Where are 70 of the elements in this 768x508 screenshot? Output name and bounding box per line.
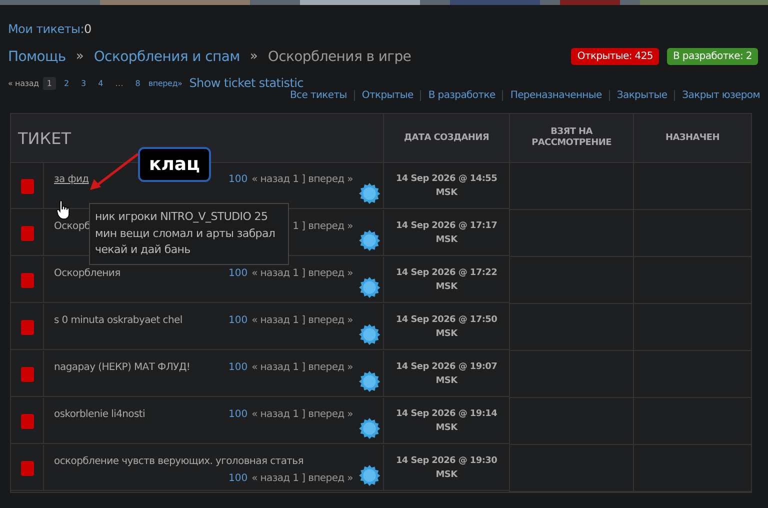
- breadcrumb-link[interactable]: Оскорбления и спам: [94, 48, 240, 64]
- ticket-statistic-link[interactable]: Show ticket statistic: [189, 76, 304, 90]
- timezone: MSK: [436, 234, 458, 246]
- created-date: 14 Sep 2026 @ 17:22: [396, 267, 498, 280]
- ticket-pager[interactable]: « назад 1 ] вперед »: [252, 315, 353, 326]
- status-counter: В разработке: 2: [666, 48, 758, 65]
- tooltip: ник игроки NITRO_V_STUDIO 25 мин вещи сломал и арты забрал чекай и дай бань: [89, 203, 289, 264]
- ticket-pager[interactable]: 1 ] вперед »: [292, 221, 353, 232]
- ticket-title-link[interactable]: s 0 minuta oskrabyaet chel: [54, 315, 182, 326]
- annotation-arrow: [88, 152, 140, 192]
- breadcrumb-link[interactable]: Помощь: [8, 48, 66, 64]
- breadcrumb-separator: »: [76, 49, 84, 64]
- ticket-title-link[interactable]: за фид: [54, 174, 89, 185]
- filter-link[interactable]: Все тикеты: [282, 90, 354, 101]
- created-date: 14 Sep 2026 @ 17:17: [396, 220, 498, 233]
- filter-link[interactable]: Закрытые: [608, 90, 674, 101]
- hand-cursor-icon: [56, 200, 71, 220]
- page-link[interactable]: 4: [94, 76, 108, 90]
- ticket-pager[interactable]: « назад 1 ] вперед »: [252, 362, 353, 373]
- page-link[interactable]: 3: [77, 76, 90, 90]
- reply-count: 100: [228, 174, 248, 185]
- new-badge-icon: [359, 371, 380, 392]
- timezone: MSK: [436, 280, 458, 294]
- created-date: 14 Sep 2026 @ 19:14: [396, 408, 498, 421]
- ticket-pager[interactable]: « назад 1 ] вперед »: [252, 174, 353, 185]
- new-badge-icon: [359, 277, 380, 298]
- created-date: 14 Sep 2026 @ 17:50: [396, 314, 498, 327]
- ticket-title-link[interactable]: nagapay (НЕКР) МАТ ФЛУД!: [54, 362, 190, 373]
- status-counter: Открытые: 425: [571, 48, 659, 65]
- ticket-title-link[interactable]: оскорбление чувств верующих. уголовная статья: [54, 456, 304, 467]
- new-badge-icon: [359, 324, 380, 345]
- column-header: ДАТА СОЗДАНИЯ: [383, 114, 509, 163]
- page-link[interactable]: 1: [42, 76, 56, 90]
- ticket-pager[interactable]: « назад 1 ] вперед »: [252, 268, 353, 279]
- page-ellipsis: …: [114, 78, 124, 90]
- prev-page-link[interactable]: « назад: [8, 78, 39, 88]
- column-header: ВЗЯТ НА РАССМОТРЕНИЕ: [509, 114, 633, 163]
- created-date: 14 Sep 2026 @ 14:55: [396, 173, 498, 186]
- timezone: MSK: [436, 422, 458, 434]
- new-badge-icon: [359, 183, 380, 204]
- reply-count: 100: [228, 315, 248, 326]
- new-badge-icon: [359, 418, 380, 439]
- page-link[interactable]: 2: [60, 76, 74, 90]
- reply-count: 100: [228, 268, 248, 279]
- my-tickets-link[interactable]: Мои тикеты:0: [8, 22, 760, 36]
- reply-count: 100: [228, 362, 248, 373]
- filter-link[interactable]: Закрыт юзером: [674, 90, 760, 101]
- ticket-title-link[interactable]: oskorblenie li4nosti: [54, 409, 146, 420]
- timezone: MSK: [436, 374, 458, 388]
- timezone: MSK: [436, 328, 458, 340]
- ticket-title-link[interactable]: Оскорбления: [54, 268, 120, 279]
- reply-count: 100: [228, 409, 248, 420]
- created-date: 14 Sep 2026 @ 19:30: [396, 455, 498, 468]
- ticket-pager[interactable]: « назад 1 ] вперед »: [252, 409, 353, 420]
- filter-link[interactable]: Переназначенные: [502, 90, 609, 101]
- next-page-link[interactable]: вперед»: [148, 78, 182, 88]
- breadcrumb-separator: »: [250, 49, 258, 64]
- timezone: MSK: [436, 186, 458, 200]
- new-badge-icon: [359, 465, 380, 486]
- ticket-pager[interactable]: « назад 1 ] вперед »: [252, 473, 353, 484]
- ticket-title-link[interactable]: Оскорб: [54, 221, 90, 232]
- page-link[interactable]: 8: [131, 76, 144, 90]
- new-badge-icon: [359, 230, 380, 251]
- created-date: 14 Sep 2026 @ 19:07: [396, 361, 498, 374]
- timezone: MSK: [436, 468, 458, 482]
- column-header: НАЗНАЧЕН: [633, 114, 751, 163]
- reply-count: 100: [228, 473, 248, 484]
- filter-link[interactable]: Открытые: [354, 90, 420, 101]
- filter-link[interactable]: В разработке: [420, 90, 502, 101]
- breadcrumb-current: Оскорбления в игре: [268, 48, 412, 64]
